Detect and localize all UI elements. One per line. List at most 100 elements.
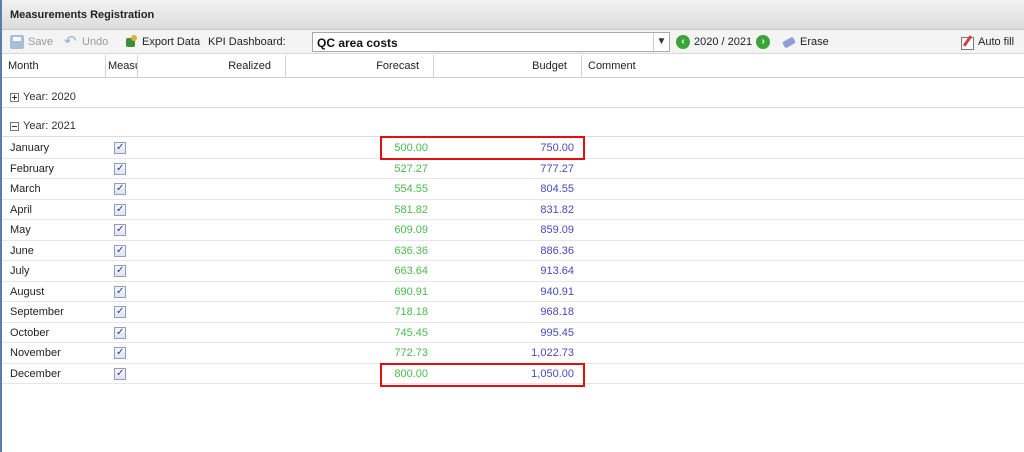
forecast-cell[interactable]: 718.18 [394, 302, 428, 322]
measured-checkbox[interactable] [114, 138, 126, 158]
month-cell: July [10, 265, 30, 277]
grid-header: Month Measu Realized Forecast Budget Com… [2, 55, 1024, 78]
expand-icon[interactable] [10, 92, 19, 102]
save-icon [10, 35, 24, 49]
forecast-cell[interactable]: 581.82 [394, 200, 428, 220]
kpi-dashboard-label: KPI Dashboard: [208, 36, 286, 48]
table-row[interactable]: January 500.00 750.00 [2, 138, 1024, 159]
column-header-comment[interactable]: Comment [582, 55, 1022, 78]
measured-checkbox[interactable] [114, 343, 126, 363]
budget-cell[interactable]: 886.36 [540, 241, 574, 261]
budget-cell[interactable]: 831.82 [540, 200, 574, 220]
month-cell: November [10, 347, 61, 359]
forecast-cell[interactable]: 554.55 [394, 179, 428, 199]
budget-cell[interactable]: 995.45 [540, 323, 574, 343]
window-title: Measurements Registration [10, 9, 155, 21]
table-row[interactable]: February 527.27 777.27 [2, 159, 1024, 179]
group-title: Year: 2020 [23, 91, 76, 103]
month-cell: December [10, 367, 61, 380]
forecast-cell[interactable]: 609.09 [394, 220, 428, 240]
budget-cell[interactable]: 1,022.73 [531, 343, 574, 363]
forecast-cell[interactable]: 636.36 [394, 241, 428, 261]
table-row[interactable]: June 636.36 886.36 [2, 241, 1024, 261]
month-cell: February [10, 162, 55, 175]
measured-checkbox[interactable] [114, 302, 126, 322]
table-row[interactable]: March 554.55 804.55 [2, 179, 1024, 200]
save-label: Save [28, 36, 54, 48]
measured-checkbox[interactable] [114, 220, 126, 240]
erase-label: Erase [800, 36, 829, 48]
budget-cell[interactable]: 913.64 [540, 261, 574, 281]
column-header-month[interactable]: Month [2, 55, 106, 78]
budget-cell[interactable]: 1,050.00 [531, 364, 574, 384]
budget-cell[interactable]: 804.55 [540, 179, 574, 199]
measurements-window: Measurements Registration Save Undo Expo… [0, 0, 1024, 452]
month-cell: March [10, 183, 41, 195]
undo-icon [64, 32, 78, 50]
budget-cell[interactable]: 777.27 [540, 159, 574, 179]
forecast-cell[interactable]: 800.00 [394, 364, 428, 384]
column-header-budget[interactable]: Budget [434, 55, 582, 78]
forecast-cell[interactable]: 663.64 [394, 261, 428, 281]
measured-checkbox[interactable] [114, 200, 126, 220]
period-nav: ‹ 2020 / 2021 › [676, 30, 771, 54]
previous-period-icon[interactable]: ‹ [676, 35, 690, 49]
table-row[interactable]: May 609.09 859.09 [2, 220, 1024, 241]
measured-checkbox[interactable] [114, 241, 126, 261]
month-cell: May [10, 224, 31, 236]
measured-checkbox[interactable] [114, 179, 126, 199]
month-cell: August [10, 285, 45, 298]
month-cell: April [10, 203, 33, 216]
collapse-icon[interactable] [10, 121, 19, 131]
forecast-cell[interactable]: 527.27 [394, 159, 428, 179]
data-rows: January 500.00 750.00 February 527.27 77… [2, 138, 1024, 384]
kpi-dashboard-select[interactable]: QC area costs ▼ [312, 32, 670, 52]
forecast-cell[interactable]: 500.00 [394, 138, 428, 158]
column-header-forecast[interactable]: Forecast [286, 55, 434, 78]
table-row[interactable]: November 772.73 1,022.73 [2, 343, 1024, 364]
next-period-icon[interactable]: › [756, 35, 771, 49]
budget-cell[interactable]: 940.91 [540, 282, 574, 302]
column-header-realized[interactable]: Realized [138, 55, 286, 78]
measured-checkbox[interactable] [114, 159, 126, 179]
group-row-2020[interactable]: Year: 2020 [2, 79, 1024, 108]
table-row[interactable]: August 690.91 940.91 [2, 282, 1024, 302]
month-cell: September [10, 306, 64, 318]
measured-checkbox[interactable] [114, 261, 126, 281]
budget-cell[interactable]: 750.00 [540, 138, 574, 158]
measured-checkbox[interactable] [114, 282, 126, 302]
budget-cell[interactable]: 968.18 [540, 302, 574, 322]
export-data-button[interactable]: Export Data [124, 30, 200, 54]
group-title: Year: 2021 [23, 120, 76, 132]
kpi-dashboard-value: QC area costs [317, 36, 398, 50]
table-row[interactable]: December 800.00 1,050.00 [2, 364, 1024, 384]
eraser-icon [782, 35, 796, 49]
forecast-cell[interactable]: 772.73 [394, 343, 428, 363]
erase-button[interactable]: Erase [782, 30, 829, 54]
month-cell: January [10, 142, 50, 154]
column-header-measured[interactable]: Measu [106, 55, 138, 78]
table-row[interactable]: September 718.18 968.18 [2, 302, 1024, 323]
month-cell: October [10, 326, 50, 339]
group-row-2021[interactable]: Year: 2021 [2, 108, 1024, 137]
table-row[interactable]: April 581.82 831.82 [2, 200, 1024, 220]
export-label: Export Data [142, 36, 201, 48]
forecast-cell[interactable]: 690.91 [394, 282, 428, 302]
chevron-down-icon[interactable]: ▼ [653, 33, 669, 51]
period-label: 2020 / 2021 [694, 36, 753, 48]
table-row[interactable]: October 745.45 995.45 [2, 323, 1024, 343]
undo-button[interactable]: Undo [64, 30, 108, 54]
group-label-2020[interactable]: Year: 2020 [10, 91, 76, 103]
title-bar: Measurements Registration [2, 0, 1024, 30]
measured-checkbox[interactable] [114, 323, 126, 343]
month-cell: June [10, 244, 34, 257]
undo-label: Undo [82, 36, 109, 48]
group-label-2021[interactable]: Year: 2021 [10, 120, 76, 132]
export-icon [124, 35, 138, 49]
auto-fill-button[interactable]: Auto fill [960, 30, 1014, 54]
table-row[interactable]: July 663.64 913.64 [2, 261, 1024, 282]
forecast-cell[interactable]: 745.45 [394, 323, 428, 343]
measured-checkbox[interactable] [114, 364, 126, 384]
save-button[interactable]: Save [10, 30, 53, 54]
budget-cell[interactable]: 859.09 [540, 220, 574, 240]
